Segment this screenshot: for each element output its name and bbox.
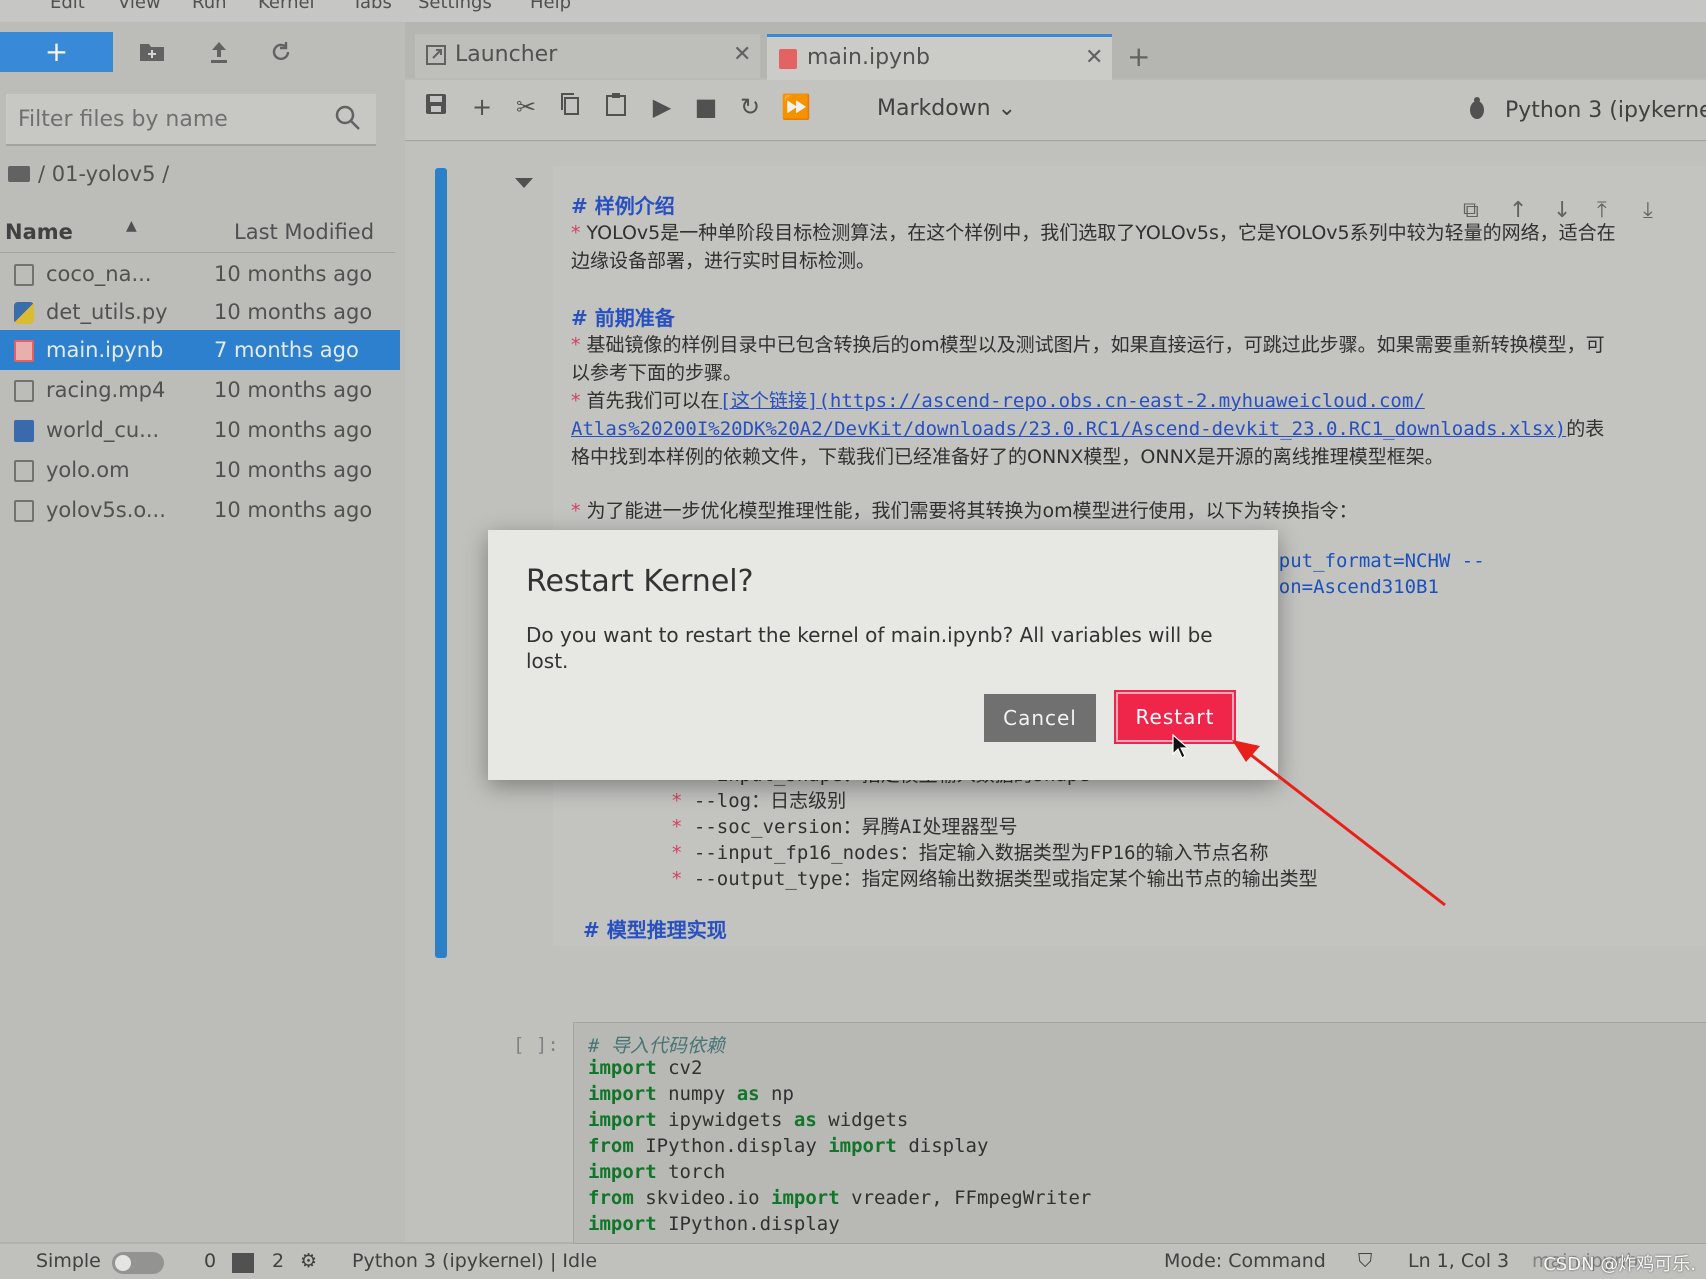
cancel-button[interactable]: Cancel bbox=[984, 694, 1096, 742]
annotation-arrow-icon bbox=[1232, 740, 1446, 907]
dialog-title: Restart Kernel? bbox=[526, 564, 754, 599]
modal-overlay: Restart Kernel? Do you want to restart t… bbox=[0, 0, 1706, 1279]
dialog-message: Do you want to restart the kernel of mai… bbox=[526, 623, 1213, 673]
mouse-cursor-icon bbox=[1172, 734, 1190, 759]
restart-kernel-dialog: Restart Kernel? Do you want to restart t… bbox=[488, 530, 1278, 780]
